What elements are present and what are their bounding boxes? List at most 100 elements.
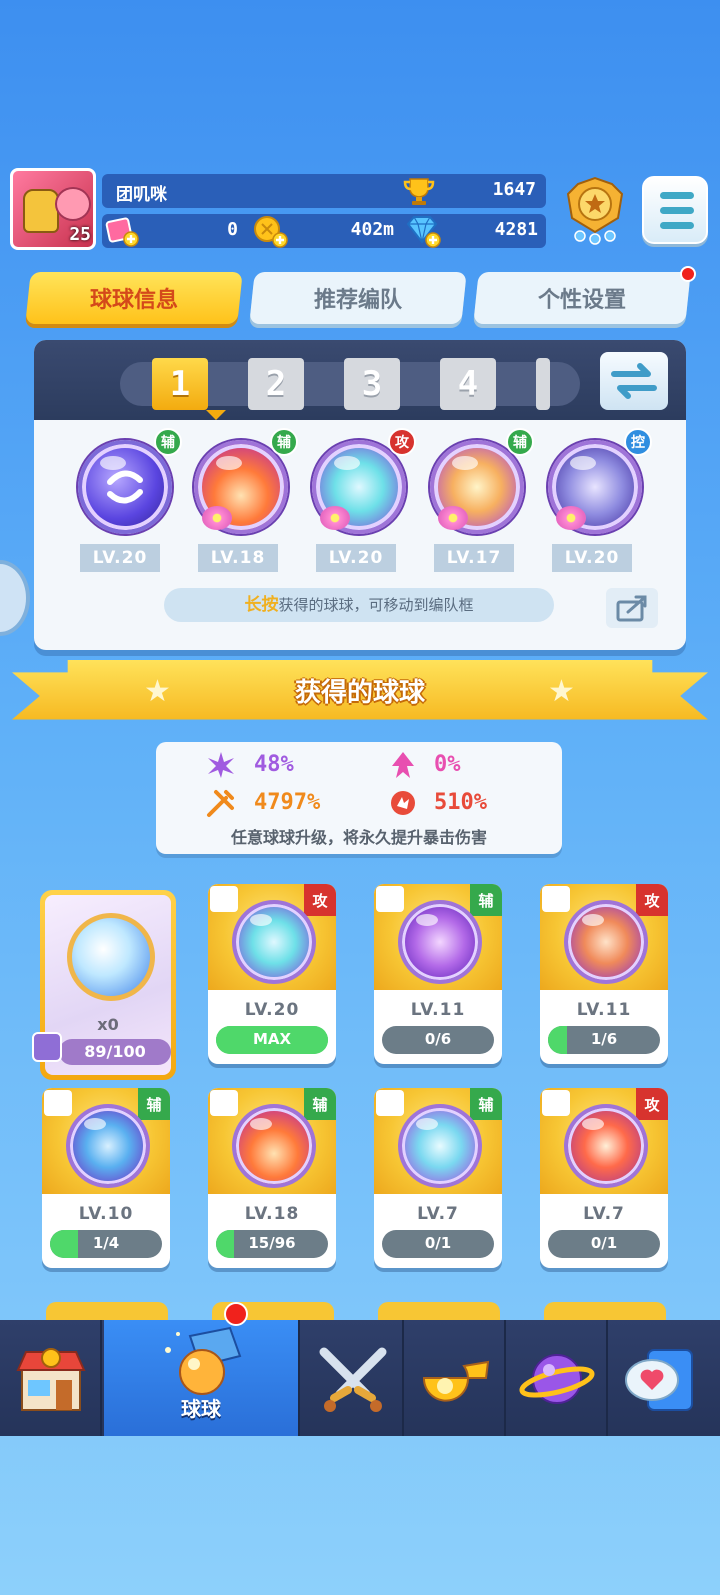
nav-label: 球球: [181, 1397, 221, 1421]
card-progress-bar: MAX: [216, 1026, 328, 1054]
type-badge-support: 辅: [506, 428, 534, 456]
tab-ball-info[interactable]: 球球信息: [25, 272, 243, 324]
ball-card[interactable]: 辅 LV.7 0/1: [374, 1088, 502, 1268]
trophy-count: 1647: [492, 179, 536, 200]
ball-card[interactable]: 辅 LV.11 0/6: [374, 884, 502, 1064]
card-ball: [398, 900, 482, 984]
tab-personal-settings[interactable]: 个性设置: [473, 272, 691, 324]
whistle-icon: [422, 1360, 490, 1402]
type-tag: 攻: [304, 884, 336, 916]
card-ball: [66, 1104, 150, 1188]
avatar-pig: [55, 187, 91, 221]
ball-card[interactable]: 攻 LV.11 1/6: [540, 884, 668, 1064]
pin-icon[interactable]: [376, 886, 404, 912]
crit-rate-icon: [208, 752, 234, 778]
member-level: LV.20: [552, 544, 632, 572]
puzzle-piece-icon: [32, 1032, 62, 1062]
card-peek: [544, 1302, 666, 1322]
pin-icon[interactable]: [542, 886, 570, 912]
tab-recommended-team[interactable]: 推荐编队: [249, 272, 467, 324]
ball-card[interactable]: 攻 LV.7 0/1: [540, 1088, 668, 1268]
long-press-hint: 长按获得的球球，可移动到编队框: [164, 588, 554, 622]
rank-medal-icon[interactable]: [562, 176, 628, 246]
type-badge-control: 控: [624, 428, 652, 456]
gem-add-icon[interactable]: [402, 214, 442, 248]
card-peek: [46, 1302, 168, 1322]
card-progress-bar: 0/1: [548, 1230, 660, 1258]
member-level: LV.20: [316, 544, 396, 572]
collection-card-inner: x0 89/100: [45, 895, 171, 1075]
player-avatar[interactable]: 25: [10, 168, 96, 250]
team-slot-4[interactable]: 4: [440, 358, 496, 410]
nav-planet[interactable]: [506, 1320, 608, 1436]
crossed-swords-icon: [319, 1347, 387, 1412]
pin-icon[interactable]: [542, 1090, 570, 1116]
planet-icon: [519, 1354, 595, 1404]
ticket-add-icon[interactable]: [104, 214, 140, 248]
card-progress-bar: 1/4: [50, 1230, 162, 1258]
nav-whistle[interactable]: [404, 1320, 506, 1436]
notification-dot: [224, 1302, 248, 1326]
pin-icon[interactable]: [44, 1090, 72, 1116]
ball-card[interactable]: 攻 LV.20 MAX: [208, 884, 336, 1064]
collection-card[interactable]: x0 89/100: [32, 890, 176, 1080]
team-slot-3[interactable]: 3: [344, 358, 400, 410]
card-ball: [564, 900, 648, 984]
card-progress-bar: 1/6: [548, 1026, 660, 1054]
collection-orb: [67, 913, 155, 1001]
distance-value: 402m: [350, 219, 394, 240]
share-button[interactable]: [606, 588, 658, 628]
section-title: 获得的球球: [294, 678, 425, 708]
ticket-count: 0: [227, 219, 238, 240]
nav-shop[interactable]: [0, 1320, 102, 1436]
card-progress-bar: 0/1: [382, 1230, 494, 1258]
collection-progress-text: 89/100: [84, 1042, 146, 1061]
card-progress-bar: 15/96: [216, 1230, 328, 1258]
member-level: LV.18: [198, 544, 278, 572]
swap-button[interactable]: [600, 352, 668, 410]
flower-decoration: [320, 506, 350, 530]
active-slot-pointer: [206, 410, 226, 420]
card-level: LV.11: [576, 1000, 632, 1020]
coin-add-icon[interactable]: [252, 214, 288, 248]
member-level: LV.20: [80, 544, 160, 572]
side-edge-button[interactable]: [0, 560, 30, 636]
pin-icon[interactable]: [210, 886, 238, 912]
type-tag: 辅: [304, 1088, 336, 1120]
card-level: LV.18: [244, 1204, 300, 1224]
crit-damage-icon: [207, 790, 234, 817]
type-badge-support: 辅: [154, 428, 182, 456]
ball-card[interactable]: 辅 LV.18 15/96: [208, 1088, 336, 1268]
shop-icon: [16, 1348, 86, 1411]
pin-icon[interactable]: [210, 1090, 238, 1116]
section-ribbon: ★ 获得的球球 ★: [12, 660, 708, 720]
collection-count: x0: [97, 1015, 119, 1034]
player-name-bar: 团叽咪 1647: [102, 174, 546, 208]
pin-icon[interactable]: [376, 1090, 404, 1116]
nav-social[interactable]: [608, 1320, 710, 1436]
tab-label: 推荐编队: [313, 288, 402, 313]
resource-bar: 0 402m 4281: [102, 214, 546, 248]
menu-line: [660, 222, 694, 229]
menu-button[interactable]: [642, 176, 708, 244]
flower-decoration: [202, 506, 232, 530]
team-slot-5-partial[interactable]: [536, 358, 550, 410]
type-tag: 辅: [138, 1088, 170, 1120]
ball-card[interactable]: 辅 LV.10 1/4: [42, 1088, 170, 1268]
card-progress-text: 1/4: [92, 1234, 120, 1252]
card-ball: [232, 900, 316, 984]
nav-balls[interactable]: 球球: [104, 1302, 300, 1436]
menu-line: [660, 207, 694, 214]
type-tag: 攻: [636, 1088, 668, 1120]
type-badge-attack: 攻: [388, 428, 416, 456]
card-progress-text: MAX: [252, 1030, 292, 1048]
hint-text: 获得的球球，可移动到编队框: [278, 596, 474, 614]
card-level: LV.7: [583, 1204, 625, 1224]
card-progress-text: 0/1: [424, 1234, 452, 1252]
bottom-nav: 球球: [0, 1302, 720, 1436]
tab-label: 个性设置: [537, 288, 626, 313]
type-badge-support: 辅: [270, 428, 298, 456]
team-slot-1[interactable]: 1: [152, 358, 208, 410]
nav-battle[interactable]: [302, 1320, 404, 1436]
team-slot-2[interactable]: 2: [248, 358, 304, 410]
